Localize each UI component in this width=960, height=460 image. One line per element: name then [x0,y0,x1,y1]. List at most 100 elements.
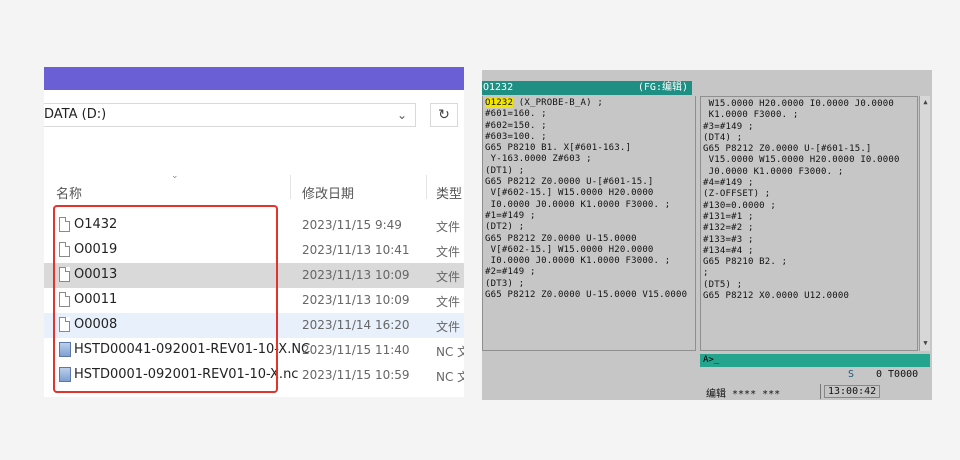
file-type: 文件 [436,220,461,234]
column-divider[interactable] [290,175,291,199]
code-text: #2=#149 ; [485,267,536,278]
code-line: G65 P8212 X0.0000 U12.0000 [703,291,850,302]
tool-status: 0 T0000 [876,369,919,380]
spindle-status: S [848,369,855,380]
code-line: G65 P8212 Z0.0000 U-[#601-15.] [703,144,872,155]
clock: 13:00:42 [824,385,881,398]
code-line: V[#602-15.] W15.0000 H20.0000 [485,245,687,256]
code-text: #602=150. ; [485,120,547,131]
code-text: #601=160. ; [485,109,547,120]
code-text: G65 P8212 Z0.0000 U-[#601-15.] [485,177,654,188]
explorer-title-bar [44,67,464,90]
address-dropdown-icon[interactable]: ⌄ [397,104,407,126]
file-type: 文件 [436,295,461,309]
code-text: #603=100. ; [485,131,547,142]
scroll-down-icon[interactable]: ▼ [921,339,930,349]
file-type: 文件 [436,245,461,259]
code-line: (DT3) ; [485,279,687,290]
scrollbar[interactable]: ▲ ▼ [919,96,930,351]
code-text: (DT2) ; [485,222,525,233]
file-date: 2023/11/13 10:09 [302,293,410,307]
edit-mode-indicator: 编辑 **** *** [706,389,781,400]
file-type: 文件 [436,320,461,334]
file-date: 2023/11/15 9:49 [302,218,402,232]
file-date: 2023/11/13 10:41 [302,243,410,257]
code-line: #130=0.0000 ; [703,200,777,211]
file-date: 2023/11/15 10:59 [302,368,410,382]
program-text-right-panel[interactable]: W15.0000 H20.0000 I0.0000 J0.0000 K1.000… [700,96,918,351]
code-text: V[#602-15.] W15.0000 H20.0000 [485,244,654,255]
code-text: V[#602-15.] W15.0000 H20.0000 [485,188,654,199]
scroll-up-icon[interactable]: ▲ [921,98,930,108]
code-line: G65 P8210 B2. ; [703,257,788,268]
cursor-highlight: O1232 [485,98,514,108]
sort-chevron-icon: ⌄ [171,171,179,181]
program-code-left: O1232 (X_PROBE-B_A) ; #601=160. ; #602=150… [485,98,687,301]
input-bar[interactable] [700,354,930,367]
program-header-bar: O1232 (FG:编辑) [482,81,692,95]
code-line: J0.0000 K1.0000 F3000. ; [703,166,844,177]
program-text-left-panel[interactable]: O1232 (X_PROBE-B_A) ; #601=160. ; #602=150… [482,96,696,351]
code-line: #1=#149 ; [485,211,687,222]
file-type: 文件 [436,270,461,284]
column-header-date[interactable]: 修改日期 [302,183,354,202]
file-date: 2023/11/14 16:20 [302,318,410,332]
code-line: #2=#149 ; [485,267,687,278]
code-line: G65 P8212 Z0.0000 U-15.0000 [485,234,687,245]
code-line: (DT1) ; [485,166,687,177]
code-line: (DT4) ; [703,132,743,143]
code-line: I0.0000 J0.0000 K1.0000 F3000. ; [485,200,687,211]
code-text: (DT1) ; [485,165,525,176]
code-line: G65 P8210 B1. X[#601-163.] [485,143,687,154]
column-divider[interactable] [426,175,427,199]
code-text: G65 P8212 Z0.0000 U-15.0000 [485,233,637,244]
code-line: G65 P8212 Z0.0000 U-[#601-15.] [485,177,687,188]
code-line: V15.0000 W15.0000 H20.0000 I0.0000 [703,155,900,166]
refresh-icon[interactable]: ↻ [430,103,458,127]
column-header-type[interactable]: 类型 [436,183,462,202]
address-bar[interactable]: DATA (D:) ⌄ [44,103,416,127]
code-line: #3=#149 ; [703,121,754,132]
status-line: S 0 T0000 [700,368,932,382]
code-line: K1.0000 F3000. ; [703,110,799,121]
code-line: #133=#3 ; [703,234,754,245]
bottom-status-bar: 编辑 **** *** 13:00:42 [704,384,932,400]
code-line: #603=100. ; [485,132,687,143]
code-line: (DT5) ; [703,279,743,290]
code-text: G65 P8212 Z0.0000 U-15.0000 V15.0000 [485,290,688,301]
code-line: #601=160. ; [485,109,687,120]
program-number: O1232 [483,82,514,93]
code-line: #132=#2 ; [703,223,754,234]
code-line: #4=#149 ; [703,178,754,189]
code-text: I0.0000 J0.0000 K1.0000 F3000. ; [485,199,671,210]
input-prompt[interactable]: A>_ [703,354,719,367]
code-line: (Z-OFFSET) ; [703,189,771,200]
list-partial-row [44,393,464,397]
code-text: I0.0000 J0.0000 K1.0000 F3000. ; [485,256,671,267]
program-code-right: W15.0000 H20.0000 I0.0000 J0.0000 K1.000… [703,99,900,302]
column-header-name[interactable]: 名称 [56,183,82,202]
code-text: G65 P8210 B1. X[#601-163.] [485,143,632,154]
code-line: #134=#4 ; [703,245,754,256]
code-line: W15.0000 H20.0000 I0.0000 J0.0000 [703,99,895,109]
file-date: 2023/11/13 10:09 [302,268,410,282]
cnc-program-screen: O1232 (FG:编辑) O1232 (X_PROBE-B_A) ; #601=… [482,70,932,400]
code-line: #602=150. ; [485,121,687,132]
code-line: V[#602-15.] W15.0000 H20.0000 [485,188,687,199]
code-line: G65 P8212 Z0.0000 U-15.0000 V15.0000 [485,290,687,301]
code-text: (DT3) ; [485,278,525,289]
code-line: ; [703,268,709,279]
file-type: NC 文 [436,370,464,384]
code-line: O1232 (X_PROBE-B_A) ; [485,98,687,109]
highlight-annotation-box [53,205,278,393]
file-date: 2023/11/15 11:40 [302,343,410,357]
file-type: NC 文 [436,345,464,359]
code-text: Y-163.0000 Z#603 ; [485,154,592,165]
code-text: (X_PROBE-B_A) ; [513,98,603,108]
status-divider [820,384,821,399]
code-line: I0.0000 J0.0000 K1.0000 F3000. ; [485,256,687,267]
mode-label: (FG:编辑) [637,82,688,93]
code-line: Y-163.0000 Z#603 ; [485,154,687,165]
address-text: DATA (D:) [44,107,107,122]
code-line: #131=#1 ; [703,211,754,222]
